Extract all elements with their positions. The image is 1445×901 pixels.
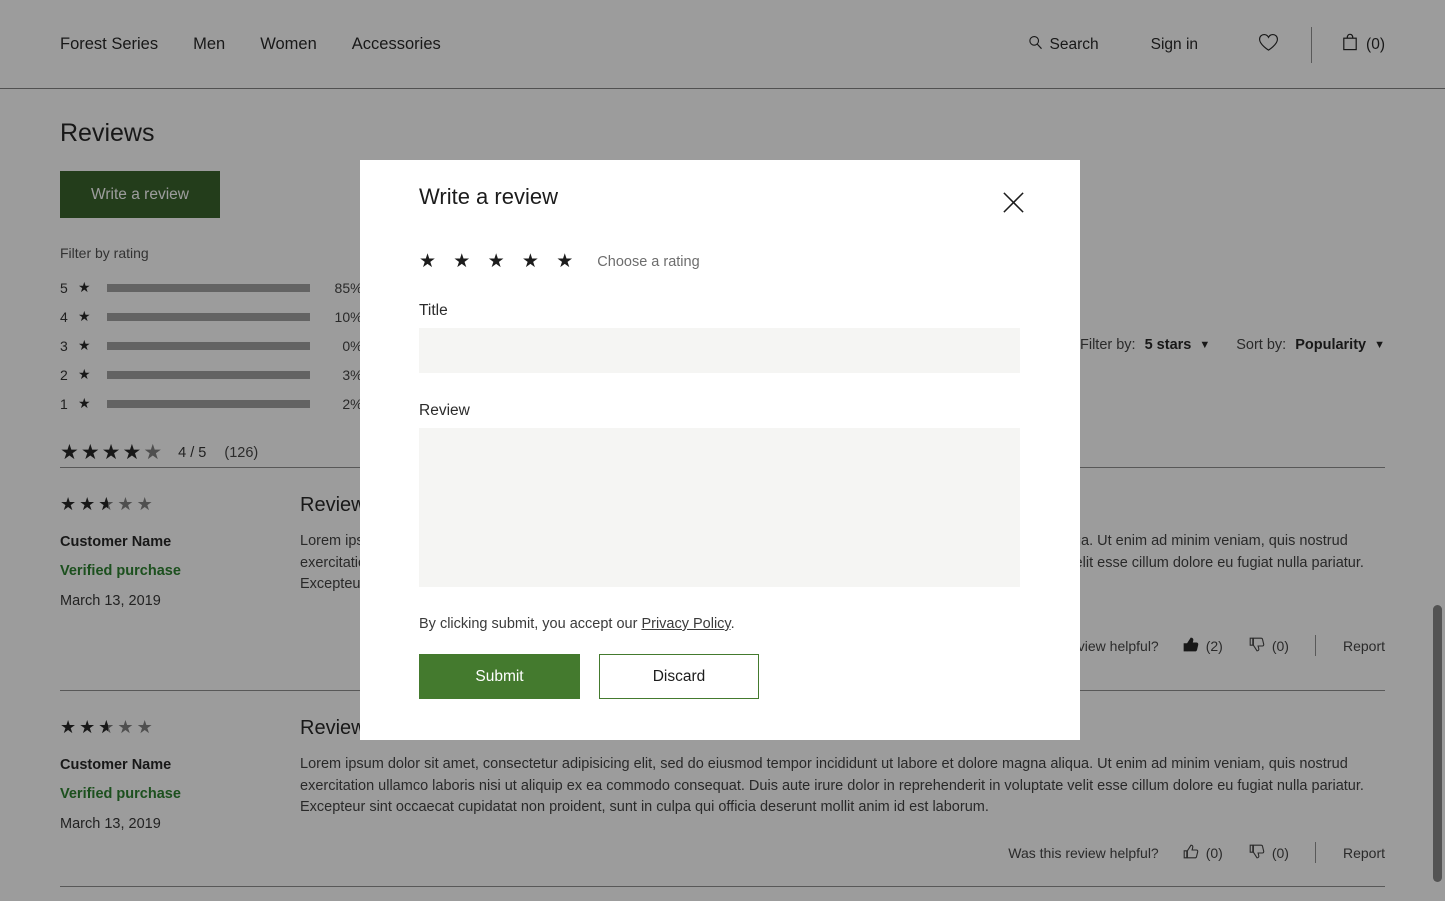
privacy-policy-link[interactable]: Privacy Policy (641, 616, 730, 632)
legal-suffix: . (731, 616, 735, 632)
modal-title: Write a review (419, 184, 1021, 210)
close-icon (1001, 190, 1026, 220)
reviews-page: Forest Series Men Women Accessories Sear… (0, 0, 1445, 901)
rating-picker[interactable]: ★ ★ ★ ★ ★ Choose a rating (419, 250, 1021, 273)
title-field-label: Title (419, 302, 1021, 320)
modal-actions: Submit Discard (419, 654, 1021, 699)
discard-button[interactable]: Discard (599, 654, 759, 699)
review-textarea[interactable] (419, 428, 1020, 587)
legal-notice: By clicking submit, you accept our Priva… (419, 616, 1021, 632)
close-button[interactable] (996, 188, 1030, 222)
rating-hint: Choose a rating (597, 254, 699, 270)
write-review-modal: Write a review ★ ★ ★ ★ ★ Choose a rating… (360, 160, 1080, 740)
review-field-label: Review (419, 402, 1021, 420)
submit-button[interactable]: Submit (419, 654, 580, 699)
rating-stars[interactable]: ★ ★ ★ ★ ★ (419, 250, 579, 273)
legal-prefix: By clicking submit, you accept our (419, 616, 641, 632)
title-input[interactable] (419, 328, 1020, 373)
